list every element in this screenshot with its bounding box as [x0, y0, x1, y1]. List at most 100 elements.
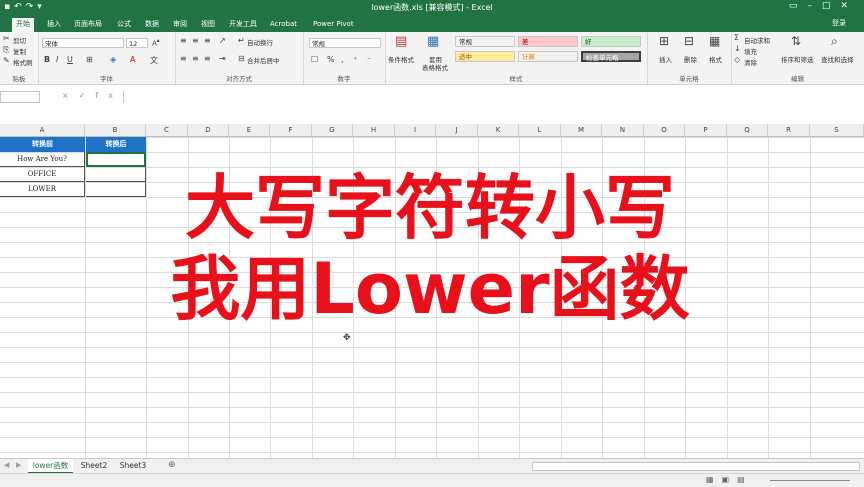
- underline-icon[interactable]: U: [67, 55, 73, 64]
- tab-home[interactable]: 开始: [12, 18, 34, 32]
- number-format-combo[interactable]: 常规: [309, 38, 381, 48]
- column-header[interactable]: F: [270, 124, 312, 136]
- column-header[interactable]: E: [229, 124, 270, 136]
- increase-decimal-icon[interactable]: ⁺: [353, 55, 357, 64]
- close-icon[interactable]: ✕: [840, 1, 858, 11]
- comma-icon[interactable]: ,: [341, 55, 344, 64]
- header-cell-before[interactable]: 转换前: [0, 137, 85, 152]
- data-cell-source[interactable]: LOWER: [0, 182, 85, 197]
- column-header[interactable]: A: [0, 124, 85, 136]
- tab-acrobat[interactable]: Acrobat: [266, 18, 301, 32]
- align-right-icon[interactable]: ≡: [204, 54, 211, 63]
- data-cell-source[interactable]: OFFICE: [0, 167, 85, 182]
- column-header[interactable]: P: [685, 124, 727, 136]
- fill-button[interactable]: 填充: [744, 46, 757, 56]
- header-cell-after[interactable]: 转换后: [86, 137, 146, 152]
- zoom-slider[interactable]: [770, 480, 850, 481]
- align-center-icon[interactable]: ≡: [192, 54, 199, 63]
- column-header[interactable]: R: [768, 124, 810, 136]
- align-left-icon[interactable]: ≡: [180, 54, 187, 63]
- insert-function-icon[interactable]: fx: [95, 91, 123, 100]
- clear-button[interactable]: 清除: [744, 57, 757, 67]
- name-box[interactable]: [0, 91, 40, 103]
- prev-sheet-icon[interactable]: ◀: [4, 461, 9, 469]
- insert-cells-button[interactable]: 插入: [659, 54, 672, 64]
- enter-icon[interactable]: ✓: [79, 91, 96, 100]
- font-name-combo[interactable]: 宋体: [42, 38, 124, 48]
- data-cell-result[interactable]: [86, 152, 146, 167]
- column-header[interactable]: I: [395, 124, 436, 136]
- window-controls[interactable]: ▭–□✕: [789, 1, 858, 11]
- format-cells-button[interactable]: 格式: [709, 54, 722, 64]
- minimize-icon[interactable]: –: [807, 1, 822, 11]
- cancel-icon[interactable]: ×: [62, 91, 79, 100]
- column-header[interactable]: S: [810, 124, 864, 136]
- italic-icon[interactable]: I: [56, 55, 58, 64]
- middle-align-icon[interactable]: ≡: [192, 36, 199, 45]
- maximize-icon[interactable]: □: [822, 1, 841, 11]
- phonetic-icon[interactable]: 文: [150, 55, 158, 66]
- sheet-tab-sheet3[interactable]: Sheet3: [116, 459, 150, 472]
- tab-insert[interactable]: 插入: [43, 18, 65, 32]
- delete-cells-button[interactable]: 删除: [684, 54, 697, 64]
- column-header[interactable]: O: [644, 124, 685, 136]
- tab-view[interactable]: 视图: [197, 18, 219, 32]
- font-size-combo[interactable]: 12: [126, 38, 148, 48]
- data-cell-result[interactable]: [86, 167, 146, 182]
- data-cell-source[interactable]: How Are You?: [0, 152, 85, 167]
- style-good[interactable]: 好: [581, 36, 641, 47]
- sheet-tab-lower[interactable]: lower函数: [28, 459, 73, 474]
- conditional-format-button[interactable]: 条件格式: [388, 54, 414, 64]
- column-header[interactable]: L: [519, 124, 561, 136]
- find-select-button[interactable]: 查找和选择: [821, 54, 854, 64]
- sort-filter-button[interactable]: 排序和筛选: [781, 54, 814, 64]
- formula-input[interactable]: [123, 91, 864, 103]
- sheet-tab-sheet2[interactable]: Sheet2: [77, 459, 111, 472]
- column-header[interactable]: D: [188, 124, 229, 136]
- bottom-align-icon[interactable]: ≡: [204, 36, 211, 45]
- tab-page-layout[interactable]: 页面布局: [70, 18, 106, 32]
- orientation-icon[interactable]: ↗: [219, 36, 226, 45]
- autosum-button[interactable]: 自动求和: [744, 35, 770, 45]
- column-header[interactable]: Q: [727, 124, 768, 136]
- column-header[interactable]: C: [146, 124, 188, 136]
- tab-formulas[interactable]: 公式: [113, 18, 135, 32]
- style-bad[interactable]: 差: [518, 36, 578, 47]
- signin-link[interactable]: 登录: [832, 18, 846, 28]
- column-header[interactable]: G: [312, 124, 353, 136]
- style-calculation[interactable]: 计算: [518, 51, 578, 62]
- indent-icon[interactable]: ⇥: [219, 54, 226, 63]
- tab-data[interactable]: 数据: [141, 18, 163, 32]
- format-painter-button[interactable]: 格式刷: [13, 57, 33, 67]
- borders-icon[interactable]: ⊞: [86, 55, 93, 64]
- view-mode-icons[interactable]: ▦▣▤: [706, 475, 753, 484]
- style-normal[interactable]: 常规: [455, 36, 515, 47]
- add-sheet-icon[interactable]: ⊕: [168, 460, 176, 470]
- style-check-cell[interactable]: 检查单元格: [581, 51, 641, 62]
- wrap-text-button[interactable]: 自动换行: [247, 37, 273, 47]
- grow-font-icon[interactable]: A▴: [152, 38, 160, 47]
- currency-icon[interactable]: ☐: [311, 55, 318, 64]
- column-header[interactable]: B: [85, 124, 146, 136]
- column-header[interactable]: K: [478, 124, 519, 136]
- merge-center-button[interactable]: 合并后居中: [247, 55, 280, 65]
- bold-icon[interactable]: B: [44, 55, 50, 64]
- next-sheet-icon[interactable]: ▶: [16, 461, 21, 469]
- column-header[interactable]: M: [561, 124, 602, 136]
- column-header[interactable]: N: [602, 124, 644, 136]
- top-align-icon[interactable]: ≡: [180, 36, 187, 45]
- sheet-grid[interactable]: 转换前 转换后 How Are You? OFFICE LOWER 大写字符转小…: [0, 137, 864, 458]
- data-cell-result[interactable]: [86, 182, 146, 197]
- tab-power-pivot[interactable]: Power Pivot: [309, 18, 358, 32]
- tab-review[interactable]: 审阅: [169, 18, 191, 32]
- tab-developer[interactable]: 开发工具: [225, 18, 261, 32]
- fill-color-icon[interactable]: ◈: [110, 55, 116, 64]
- column-header[interactable]: H: [353, 124, 395, 136]
- decrease-decimal-icon[interactable]: ⁻: [367, 55, 371, 64]
- ribbon-display-icon[interactable]: ▭: [789, 1, 808, 11]
- copy-button[interactable]: 复制: [13, 46, 26, 56]
- column-header[interactable]: J: [436, 124, 478, 136]
- font-color-icon[interactable]: A: [130, 55, 135, 64]
- percent-icon[interactable]: %: [327, 55, 335, 64]
- style-neutral[interactable]: 适中: [455, 51, 515, 62]
